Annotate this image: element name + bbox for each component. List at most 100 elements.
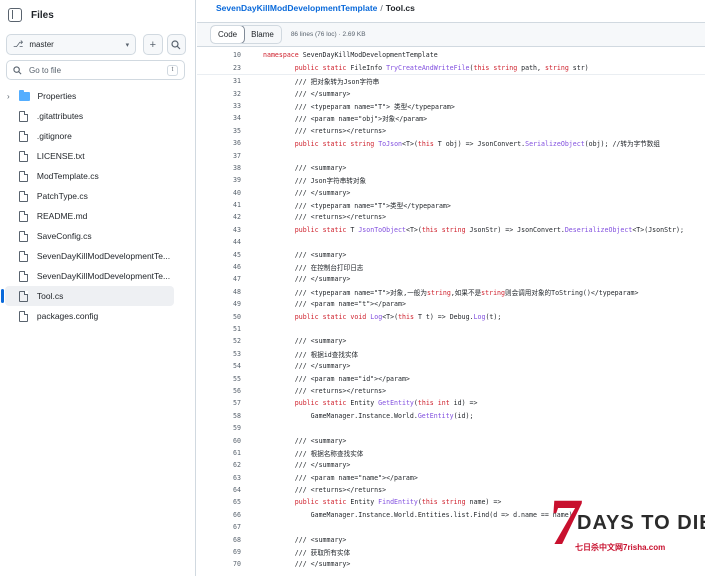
line-number[interactable]: 38	[197, 164, 241, 172]
code-line: 47 /// </summary>	[197, 273, 705, 285]
code-line: 54 /// </summary>	[197, 360, 705, 372]
code-text: namespace SevenDayKillModDevelopmentTemp…	[263, 51, 438, 60]
line-number[interactable]: 56	[197, 387, 241, 395]
code-text: public static Entity FindEntity(this str…	[294, 498, 502, 507]
code-line: 34 /// <param name="obj">对象</param>	[197, 112, 705, 124]
line-number[interactable]: 43	[197, 226, 241, 234]
branch-name: master	[29, 40, 54, 49]
search-icon	[171, 39, 181, 49]
blame-tab-button[interactable]: Blame	[244, 26, 281, 43]
line-number[interactable]: 60	[197, 437, 241, 445]
view-mode-toggle: Code Blame	[210, 25, 282, 44]
line-number[interactable]: 35	[197, 127, 241, 135]
tree-item-label: PatchType.cs	[36, 191, 88, 201]
search-files-button[interactable]	[166, 34, 186, 55]
code-line: 41 /// <typeparam name="T">类型</typeparam…	[197, 199, 705, 211]
line-number[interactable]: 67	[197, 523, 241, 531]
breadcrumb-repo-link[interactable]: SevenDayKillModDevelopmentTemplate	[216, 3, 377, 13]
go-to-file-input[interactable]: Go to file t	[6, 60, 185, 80]
line-number[interactable]: 36	[197, 139, 241, 147]
add-file-button[interactable]: +	[143, 34, 163, 55]
line-number[interactable]: 63	[197, 474, 241, 482]
code-text: public static Entity GetEntity(this int …	[294, 399, 478, 408]
tree-item-modtemplate[interactable]: ModTemplate.cs	[5, 166, 174, 186]
tree-item-readme[interactable]: README.md	[5, 206, 174, 226]
line-number[interactable]: 10	[197, 51, 241, 59]
code-text: /// <summary>	[263, 250, 347, 259]
code-line: 23 public static FileInfo TryCreateAndWr…	[197, 62, 705, 75]
line-number[interactable]: 40	[197, 189, 241, 197]
logo-title: DAYS TO DIE	[577, 512, 705, 534]
line-number[interactable]: 52	[197, 337, 241, 345]
tree-item-patchtype[interactable]: PatchType.cs	[5, 186, 174, 206]
code-line: 58 GameManager.Instance.World.GetEntity(…	[197, 410, 705, 422]
line-number[interactable]: 66	[197, 511, 241, 519]
line-number[interactable]: 51	[197, 325, 241, 333]
line-number[interactable]: 46	[197, 263, 241, 271]
tree-item-gitignore[interactable]: .gitignore	[5, 126, 174, 146]
tree-item-label: .gitignore	[36, 131, 72, 141]
line-number[interactable]: 32	[197, 90, 241, 98]
code-text: public static string ToJson<T>(this T ob…	[294, 140, 660, 149]
line-number[interactable]: 23	[197, 64, 241, 72]
line-number[interactable]: 49	[197, 300, 241, 308]
code-text: /// <param name="obj">对象</param>	[263, 115, 428, 124]
code-line: 57 public static Entity GetEntity(this i…	[197, 397, 705, 409]
line-number[interactable]: 54	[197, 362, 241, 370]
file-tree-sidebar: Files ⎇ master ▾ + Go to file t › Proper…	[0, 0, 196, 576]
tree-item-sevendaykill-2[interactable]: SevenDayKillModDevelopmentTe...	[5, 266, 174, 286]
tree-item-label: SevenDayKillModDevelopmentTe...	[36, 271, 171, 281]
tree-item-packages-config[interactable]: packages.config	[5, 306, 174, 326]
line-number[interactable]: 39	[197, 176, 241, 184]
code-text: /// <returns></returns>	[263, 126, 387, 135]
tree-item-saveconfig[interactable]: SaveConfig.cs	[5, 226, 174, 246]
line-number[interactable]: 33	[197, 102, 241, 110]
line-number[interactable]: 42	[197, 213, 241, 221]
line-number[interactable]: 55	[197, 375, 241, 383]
file-icon	[19, 190, 28, 202]
line-number[interactable]: 59	[197, 424, 241, 432]
line-number[interactable]: 47	[197, 275, 241, 283]
chevron-right-icon[interactable]: ›	[7, 92, 17, 101]
tree-item-label: ModTemplate.cs	[36, 171, 99, 181]
line-number[interactable]: 62	[197, 461, 241, 469]
line-number[interactable]: 61	[197, 449, 241, 457]
code-line: 46 /// 在控制台打印日志	[197, 261, 705, 273]
tree-item-gitattributes[interactable]: .gitattributes	[5, 106, 174, 126]
collapse-sidebar-icon[interactable]	[8, 8, 22, 22]
line-number[interactable]: 41	[197, 201, 241, 209]
code-line: 63 /// <param name="name"></param>	[197, 472, 705, 484]
tree-item-label: .gitattributes	[36, 111, 84, 121]
code-line: 35 /// <returns></returns>	[197, 125, 705, 137]
code-text: /// 获取所有实体	[263, 549, 351, 558]
line-number[interactable]: 53	[197, 350, 241, 358]
file-icon	[19, 170, 28, 182]
line-number[interactable]: 69	[197, 548, 241, 556]
tree-item-tool-cs[interactable]: Tool.cs	[1, 286, 174, 306]
line-number[interactable]: 44	[197, 238, 241, 246]
code-tab-button[interactable]: Code	[210, 26, 246, 43]
line-number[interactable]: 70	[197, 560, 241, 568]
line-number[interactable]: 57	[197, 399, 241, 407]
tree-item-label: README.md	[36, 211, 88, 221]
code-text: /// </summary>	[263, 275, 351, 284]
line-number[interactable]: 37	[197, 152, 241, 160]
tree-item-sevendaykill-1[interactable]: SevenDayKillModDevelopmentTe...	[5, 246, 174, 266]
logo-subtitle: 七日杀中文网7risha.com	[575, 542, 666, 553]
code-text: public static T JsonToObject<T>(this str…	[294, 225, 684, 234]
line-number[interactable]: 65	[197, 498, 241, 506]
keyboard-shortcut-hint: t	[167, 64, 178, 76]
line-number[interactable]: 68	[197, 536, 241, 544]
line-number[interactable]: 64	[197, 486, 241, 494]
line-number[interactable]: 48	[197, 288, 241, 296]
line-number[interactable]: 58	[197, 412, 241, 420]
line-number[interactable]: 50	[197, 313, 241, 321]
search-placeholder: Go to file	[29, 65, 62, 75]
line-number[interactable]: 31	[197, 77, 241, 85]
tree-item-properties[interactable]: › Properties	[5, 86, 174, 106]
code-line: 59	[197, 422, 705, 434]
line-number[interactable]: 45	[197, 251, 241, 259]
branch-selector[interactable]: ⎇ master ▾	[6, 34, 137, 55]
tree-item-license[interactable]: LICENSE.txt	[5, 146, 174, 166]
line-number[interactable]: 34	[197, 114, 241, 122]
